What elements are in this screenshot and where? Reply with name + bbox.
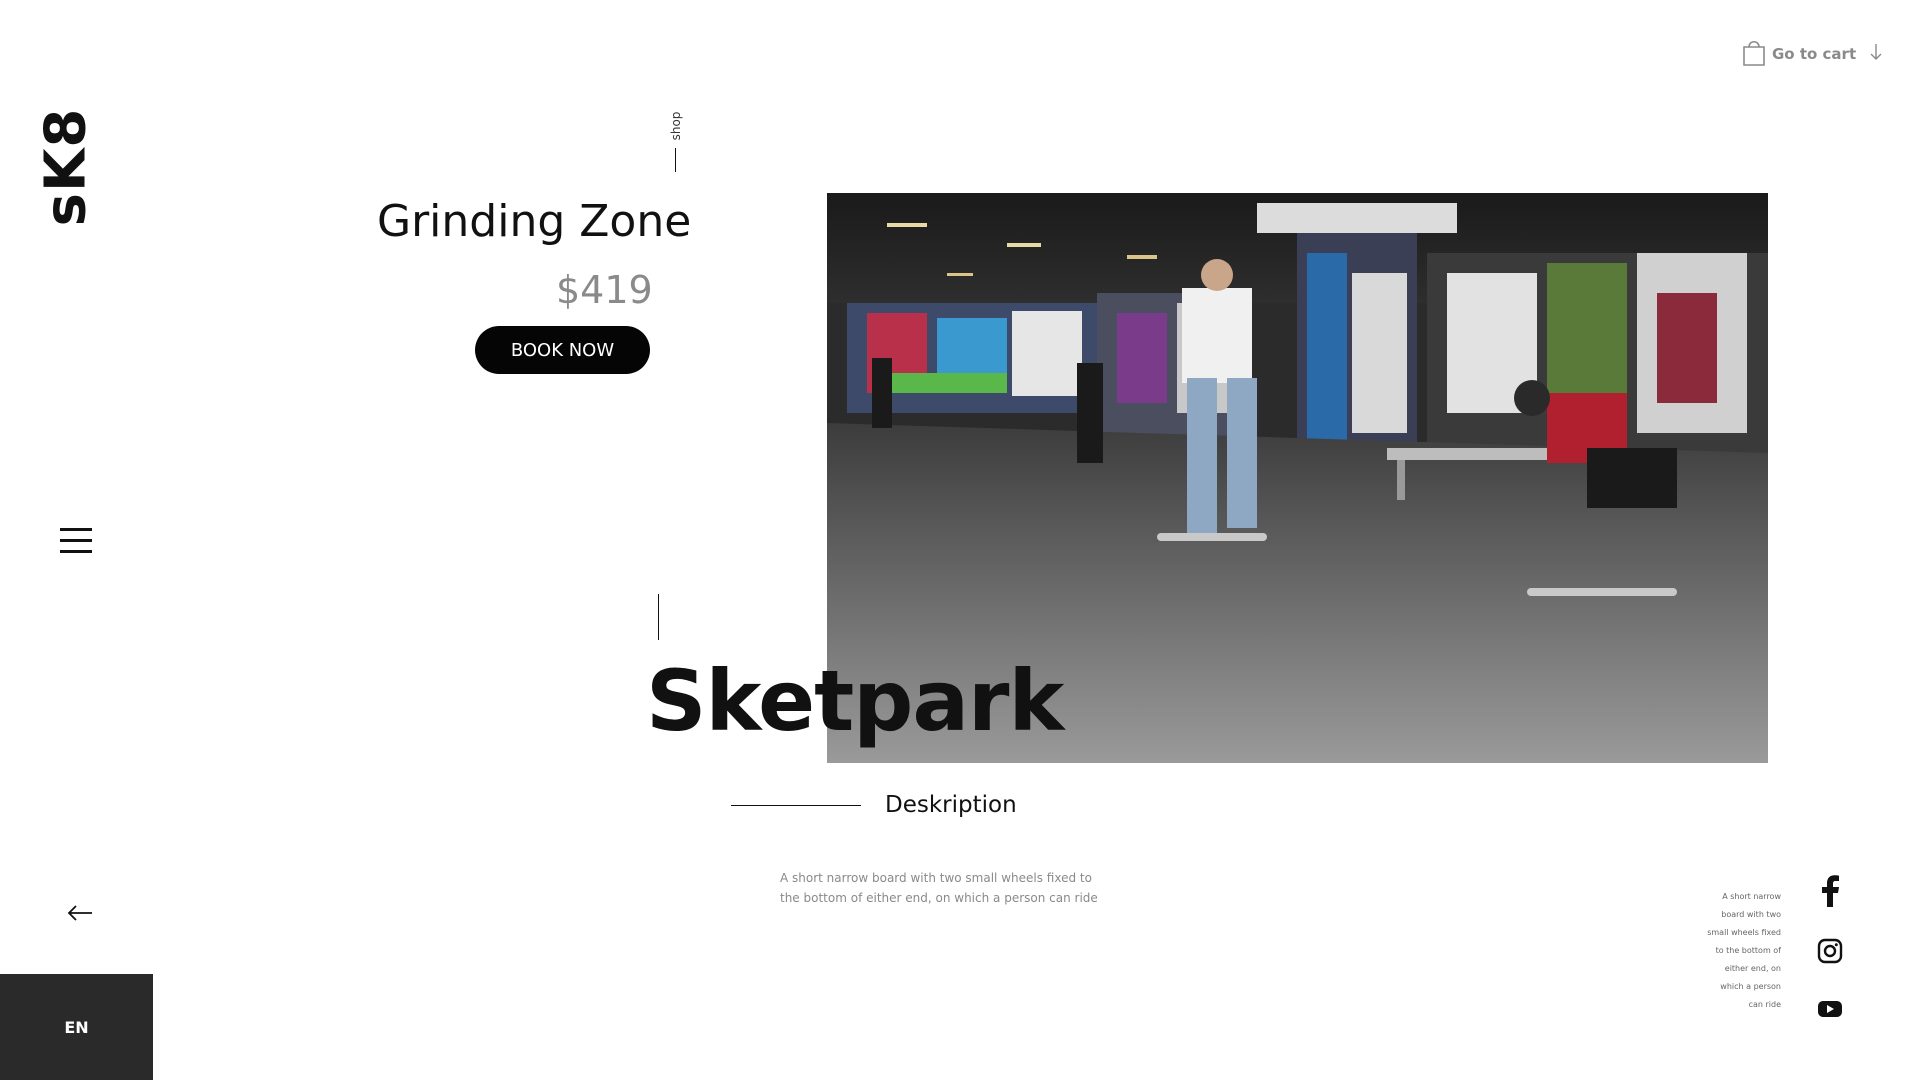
hamburger-menu-icon[interactable] [60,528,92,554]
description-heading: Deskription [885,792,1017,818]
menu-bar [60,550,92,553]
logo-text: sK8 [33,107,99,227]
language-label: EN [64,1017,89,1037]
product-price: $419 [556,268,653,312]
side-note-text: A short narrow board with two small whee… [1707,892,1781,1009]
arrow-down-icon [1870,43,1882,65]
instagram-icon[interactable] [1815,936,1845,966]
book-now-button[interactable]: BOOK NOW [475,326,650,374]
description-text: A short narrow board with two small whee… [780,871,1098,905]
description-rule [731,805,861,806]
language-switcher[interactable]: EN [0,974,153,1080]
facebook-icon[interactable] [1815,875,1845,907]
cart-label: Go to cart [1772,45,1857,63]
youtube-icon[interactable] [1815,994,1845,1024]
menu-bar [60,528,92,531]
arrow-left-icon[interactable] [66,900,94,926]
headline-accent-line [658,594,659,640]
shop-label-line [675,148,676,172]
go-to-cart-link[interactable]: Go to cart [1742,38,1882,70]
brand-logo[interactable]: sK8 [34,108,99,227]
shopping-bag-icon [1742,37,1766,71]
product-title: Grinding Zone [377,196,692,247]
shop-label-text: shop [669,111,683,141]
menu-bar [60,539,92,542]
shop-nav-label[interactable]: shop [666,112,686,172]
page: sK8 shop Grinding Zone $419 BOOK NOW Go … [0,0,1920,1080]
hero-headline: Sketpark [646,652,1064,750]
